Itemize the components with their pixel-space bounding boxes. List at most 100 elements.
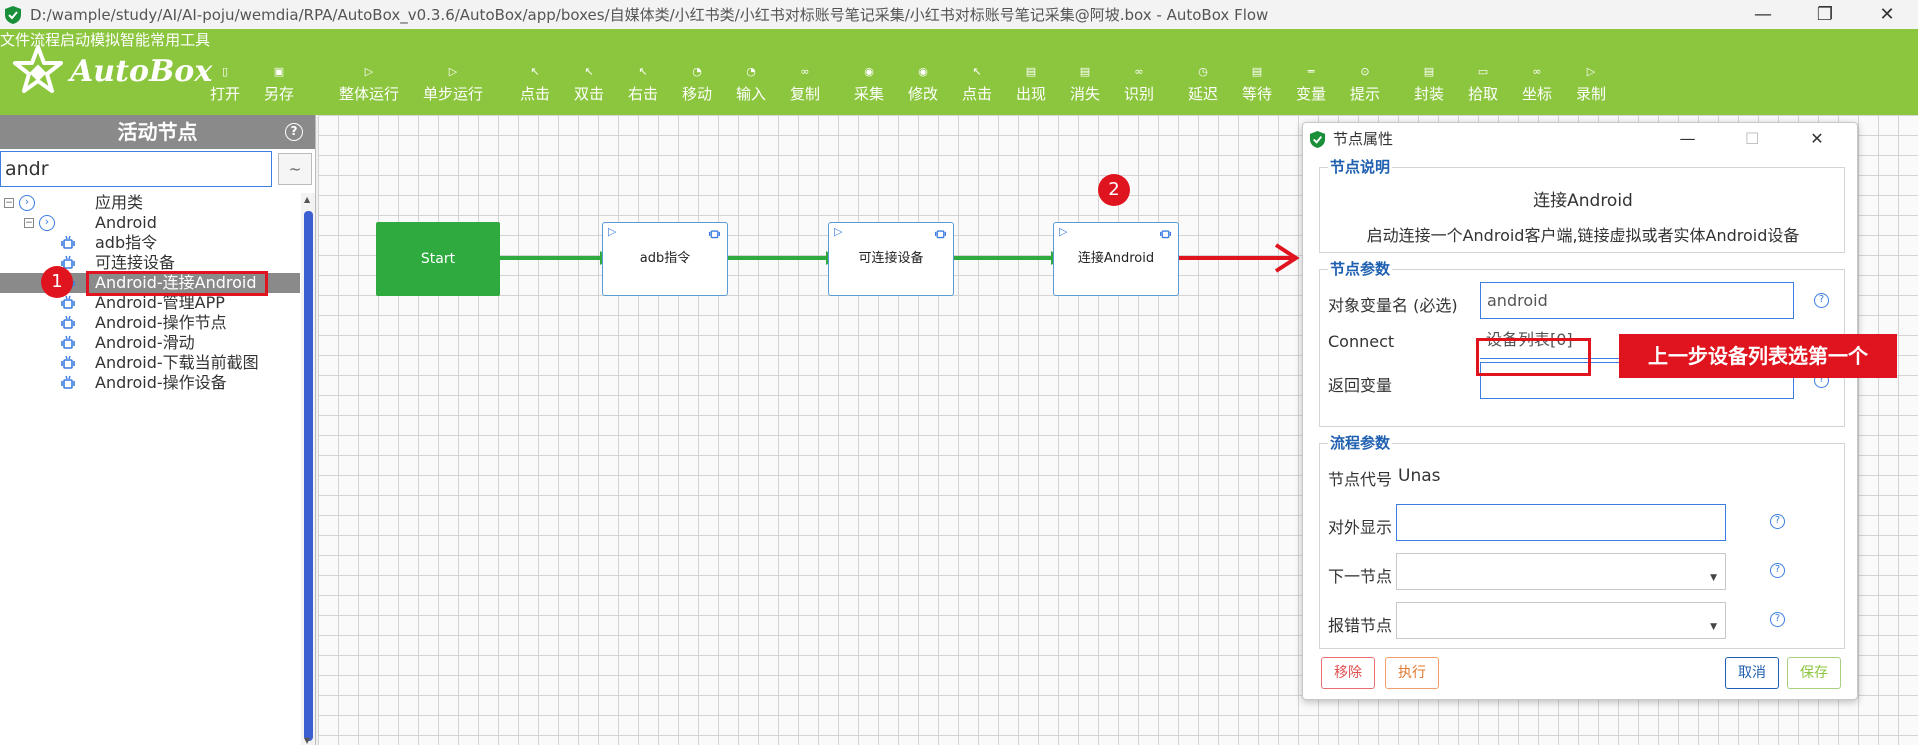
toolbar-button-label: 单步运行 xyxy=(422,85,483,103)
play-icon[interactable]: ▷ xyxy=(834,226,842,238)
scroll-thumb[interactable] xyxy=(304,211,313,741)
android-icon xyxy=(708,230,721,239)
dialog-close-button[interactable]: ✕ xyxy=(1787,123,1847,155)
tree-scrollbar[interactable]: ▲ ▼ xyxy=(301,193,315,745)
toolbar-icon: ▤ xyxy=(1251,65,1263,78)
toolbar-button[interactable]: ▤ 出现 xyxy=(1008,63,1054,104)
chevron-down-icon: ▼ xyxy=(1710,573,1717,583)
toolbar-icon: ▭ xyxy=(1477,65,1489,78)
toolbar-button-label: 修改 xyxy=(907,85,938,103)
toolbar-button-label: 采集 xyxy=(853,85,884,103)
tree-item[interactable]: − › 应用类 xyxy=(0,193,300,213)
help-icon[interactable]: ? xyxy=(285,123,303,141)
cancel-button[interactable]: 取消 xyxy=(1725,657,1779,689)
toolbar-button[interactable]: ▭ 拾取 xyxy=(1460,63,1506,104)
toolbar-button[interactable]: ∞ 复制 xyxy=(782,63,828,104)
save-button[interactable]: 保存 xyxy=(1787,657,1841,689)
toolbar-icon: ◔ xyxy=(692,65,702,78)
object-var-input[interactable]: android xyxy=(1480,282,1794,319)
toolbar-icon: ▷ xyxy=(364,65,374,78)
collapse-toggle-icon[interactable]: − xyxy=(4,198,14,208)
execute-button[interactable]: 执行 xyxy=(1385,657,1439,689)
close-button[interactable]: ✕ xyxy=(1856,4,1918,25)
filter-button[interactable]: ~ xyxy=(278,153,312,185)
toolbar-icon: ▤ xyxy=(1423,65,1435,78)
toolbar-button[interactable]: ▤ 封装 xyxy=(1406,63,1452,104)
step-badge-2: 2 xyxy=(1098,174,1130,206)
tree-item-label: adb指令 xyxy=(95,233,158,252)
collapse-toggle-icon[interactable]: − xyxy=(24,218,34,228)
toolbar-button-label: 右击 xyxy=(627,85,658,103)
android-icon xyxy=(1159,230,1172,239)
toolbar-button[interactable]: ═ 变量 xyxy=(1288,63,1334,104)
toolbar-button[interactable]: ▤ 消失 xyxy=(1062,63,1108,104)
start-node[interactable]: Start xyxy=(376,222,500,296)
tree-item-label: Android-操作设备 xyxy=(95,373,227,392)
toolbar-button[interactable]: ↖ 点击 xyxy=(954,63,1000,104)
toolbar-icon: ↖ xyxy=(530,65,540,78)
step-badge-1: 1 xyxy=(41,266,73,298)
toolbar-button[interactable]: ▷ 录制 xyxy=(1568,63,1614,104)
shield-icon xyxy=(5,5,21,24)
toolbar-icon: ▣ xyxy=(273,65,285,78)
toolbar-icon: ∞ xyxy=(1532,65,1542,78)
toolbar-button[interactable]: ▣ 另存 xyxy=(256,63,302,104)
remove-button[interactable]: 移除 xyxy=(1321,657,1375,689)
flow-node[interactable]: ▷ 可连接设备 xyxy=(828,222,954,296)
toolbar-button-label: 等待 xyxy=(1241,85,1272,103)
help-icon[interactable]: ? xyxy=(1770,514,1785,529)
toolbar-button[interactable]: ↖ 点击 xyxy=(512,63,558,104)
help-icon[interactable]: ? xyxy=(1770,612,1785,627)
play-icon[interactable]: ▷ xyxy=(608,226,616,238)
node-properties-dialog: 节点属性 — ☐ ✕ 节点说明 连接Android 启动连接一个Android客… xyxy=(1302,122,1858,700)
toolbar-button[interactable]: ∞ 坐标 xyxy=(1514,63,1560,104)
toolbar-button[interactable]: ◉ 修改 xyxy=(900,63,946,104)
external-display-input[interactable] xyxy=(1396,504,1726,541)
toolbar-button[interactable]: ▷ 整体运行 xyxy=(334,63,404,104)
flow-node[interactable]: ▷ 连接Android xyxy=(1053,222,1179,296)
help-icon[interactable]: ? xyxy=(1814,293,1829,308)
node-description-text: 启动连接一个Android客户端,链接虚拟或者实体Android设备 xyxy=(1366,226,1800,245)
chevron-down-icon: ▼ xyxy=(1710,622,1717,632)
next-node-label: 下一节点 xyxy=(1328,567,1393,586)
toolbar-button[interactable]: ◔ 输入 xyxy=(728,63,774,104)
toolbar-button[interactable]: ⊙ 提示 xyxy=(1342,63,1388,104)
toolbar-button-label: 延迟 xyxy=(1187,85,1218,103)
error-node-select[interactable]: ▼ xyxy=(1396,602,1726,639)
toolbar-button[interactable]: ∞ 识别 xyxy=(1116,63,1162,104)
flow-node[interactable]: ▷ adb指令 xyxy=(602,222,728,296)
toolbar-button[interactable]: ↖ 右击 xyxy=(620,63,666,104)
dialog-maximize-button[interactable]: ☐ xyxy=(1722,123,1782,155)
toolbar-icon: ◔ xyxy=(746,65,756,78)
toolbar-button[interactable]: ▷ 单步运行 xyxy=(418,63,488,104)
toolbar-icon: ◉ xyxy=(918,65,928,78)
toolbar-icon: ◉ xyxy=(864,65,874,78)
tree-item[interactable]: Android-滑动 xyxy=(0,333,300,353)
toolbar-button[interactable]: ◔ 移动 xyxy=(674,63,720,104)
next-node-select[interactable]: ▼ xyxy=(1396,553,1726,590)
play-icon[interactable]: ▷ xyxy=(1059,226,1067,238)
toolbar-button[interactable]: ◉ 采集 xyxy=(846,63,892,104)
tree-item[interactable]: − › Android xyxy=(0,213,300,233)
toolbar-button[interactable]: ◷ 延迟 xyxy=(1180,63,1226,104)
node-code-label: 节点代号 xyxy=(1328,470,1393,489)
help-icon[interactable]: ? xyxy=(1770,563,1785,578)
toolbar-button-label: 封装 xyxy=(1413,85,1444,103)
maximize-button[interactable]: ❐ xyxy=(1794,4,1856,25)
tree-item[interactable]: Android-下载当前截图 xyxy=(0,353,300,373)
tree-item[interactable]: adb指令 xyxy=(0,233,300,253)
tree-item[interactable]: Android-操作节点 xyxy=(0,313,300,333)
tree-item[interactable]: Android-管理APP xyxy=(0,293,300,313)
toolbar-button[interactable]: ↖ 双击 xyxy=(566,63,612,104)
toolbar-icon: ↖ xyxy=(638,65,648,78)
toolbar-button-label: 识别 xyxy=(1123,85,1154,103)
shield-icon xyxy=(1309,131,1326,148)
dialog-minimize-button[interactable]: — xyxy=(1657,123,1717,155)
connect-label: Connect xyxy=(1328,332,1395,351)
node-search-input[interactable] xyxy=(0,151,272,187)
minimize-button[interactable]: — xyxy=(1732,4,1794,25)
toolbar-button[interactable]: ▤ 等待 xyxy=(1234,63,1280,104)
tree-item[interactable]: Android-操作设备 xyxy=(0,373,300,393)
toolbar-button[interactable]: ▯ 打开 xyxy=(202,63,248,104)
flow-params-section: 流程参数 节点代号 Unas 对外显示 ? 下一节点 ▼ ? 报错节点 ▼ ? xyxy=(1319,434,1845,649)
